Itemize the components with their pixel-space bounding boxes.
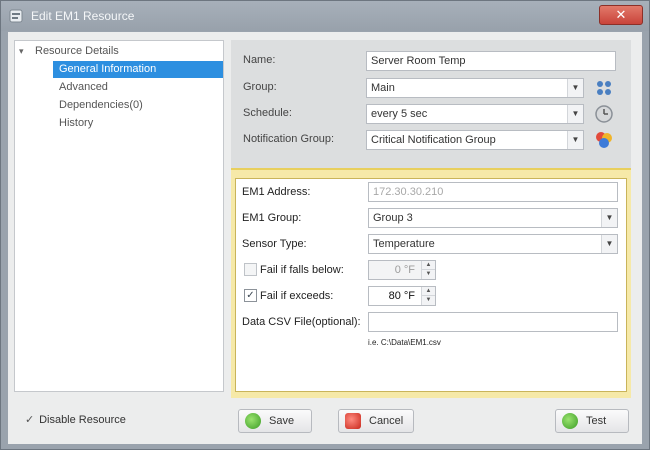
checkmark-icon: ✓ xyxy=(25,414,35,426)
chevron-down-icon[interactable]: ▼ xyxy=(567,105,583,123)
em1-group-select[interactable]: Group 3 ▼ xyxy=(368,208,618,228)
stepper-buttons: ▲ ▼ xyxy=(421,287,435,305)
tree-item-advanced[interactable]: Advanced xyxy=(53,79,114,96)
tree-node-label: Resource Details xyxy=(35,45,119,57)
test-button[interactable]: Test xyxy=(555,409,629,433)
group-manage-icon[interactable] xyxy=(593,77,615,99)
chevron-down-icon[interactable]: ▼ xyxy=(567,131,583,149)
group-select[interactable]: Main ▼ xyxy=(366,78,584,98)
save-button-label: Save xyxy=(269,415,295,427)
fail-exceeds-checkbox[interactable]: ✓ xyxy=(244,289,257,302)
app-icon xyxy=(9,9,23,23)
notification-group-select[interactable]: Critical Notification Group ▼ xyxy=(366,130,584,150)
stepper-buttons: ▲ ▼ xyxy=(421,261,435,279)
chevron-down-icon[interactable]: ▼ xyxy=(567,79,583,97)
save-check-icon xyxy=(245,413,261,429)
stepper-up-icon[interactable]: ▲ xyxy=(422,287,435,296)
dialog-client-area: ▾ Resource Details General Information A… xyxy=(8,32,642,444)
cancel-x-icon xyxy=(345,413,361,429)
schedule-select-value: every 5 sec xyxy=(371,108,428,120)
stepper-down-icon[interactable]: ▼ xyxy=(422,296,435,305)
em1-settings-form: EM1 Address: 172.30.30.210 EM1 Group: Gr… xyxy=(235,178,627,392)
group-label: Group: xyxy=(243,81,277,93)
data-csv-file-label: Data CSV File(optional): xyxy=(242,316,361,328)
notification-group-select-value: Critical Notification Group xyxy=(371,134,496,146)
em1-group-label: EM1 Group: xyxy=(242,212,302,224)
test-button-label: Test xyxy=(586,415,607,427)
em1-group-select-value: Group 3 xyxy=(373,212,413,224)
chevron-down-icon[interactable]: ▼ xyxy=(601,235,617,253)
test-check-icon xyxy=(562,413,578,429)
tree-node-resource-details[interactable]: ▾ Resource Details xyxy=(15,43,223,60)
window-title: Edit EM1 Resource xyxy=(31,9,135,23)
stepper-up-icon[interactable]: ▲ xyxy=(422,261,435,270)
fail-below-checkbox[interactable] xyxy=(244,263,257,276)
sensor-type-select[interactable]: Temperature ▼ xyxy=(368,234,618,254)
name-input[interactable]: Server Room Temp xyxy=(366,51,616,71)
group-select-value: Main xyxy=(371,82,395,94)
data-csv-file-input[interactable] xyxy=(368,312,618,332)
checkmark-icon: ✓ xyxy=(246,290,255,301)
schedule-clock-icon[interactable] xyxy=(593,103,615,125)
tree-item-history[interactable]: History xyxy=(53,115,99,132)
resource-tree: ▾ Resource Details General Information A… xyxy=(14,40,224,392)
close-button[interactable]: ✕ xyxy=(599,5,643,25)
em1-settings-panel: EM1 Address: 172.30.30.210 EM1 Group: Gr… xyxy=(231,168,631,398)
edit-em1-resource-window: Edit EM1 Resource ✕ ▾ Resource Details G… xyxy=(0,0,650,450)
sensor-type-select-value: Temperature xyxy=(373,238,435,250)
tree-item-dependencies[interactable]: Dependencies(0) xyxy=(53,97,149,114)
chevron-down-icon[interactable]: ▼ xyxy=(601,209,617,227)
fail-exceeds-stepper[interactable]: 80 °F ▲ ▼ xyxy=(368,286,436,306)
disable-resource-label: Disable Resource xyxy=(39,414,126,426)
expand-arrow-icon[interactable]: ▾ xyxy=(19,43,24,60)
sensor-type-label: Sensor Type: xyxy=(242,238,307,250)
fail-exceeds-label: Fail if exceeds: xyxy=(260,290,334,302)
schedule-select[interactable]: every 5 sec ▼ xyxy=(366,104,584,124)
close-icon: ✕ xyxy=(615,7,627,22)
save-button[interactable]: Save xyxy=(238,409,312,433)
schedule-label: Schedule: xyxy=(243,107,292,119)
fail-exceeds-value: 80 °F xyxy=(388,290,415,302)
em1-address-input[interactable]: 172.30.30.210 xyxy=(368,182,618,202)
tree-item-general-information[interactable]: General Information xyxy=(53,61,223,78)
stepper-down-icon[interactable]: ▼ xyxy=(422,270,435,279)
general-settings-section: Name: Server Room Temp Group: Main ▼ Sch… xyxy=(231,40,631,168)
notification-palette-icon[interactable] xyxy=(593,129,615,151)
title-bar: Edit EM1 Resource ✕ xyxy=(1,1,649,31)
fail-below-value: 0 °F xyxy=(394,264,415,276)
cancel-button-label: Cancel xyxy=(369,415,404,427)
disable-resource-checkbox[interactable]: ✓ Disable Resource xyxy=(25,413,126,426)
cancel-button[interactable]: Cancel xyxy=(338,409,414,433)
csv-path-hint: i.e. C:\Data\EM1.csv xyxy=(368,338,441,347)
em1-address-label: EM1 Address: xyxy=(242,186,311,198)
notification-group-label: Notification Group: xyxy=(243,133,335,145)
fail-below-stepper[interactable]: 0 °F ▲ ▼ xyxy=(368,260,436,280)
fail-below-label: Fail if falls below: xyxy=(260,264,344,276)
name-label: Name: xyxy=(243,54,276,66)
